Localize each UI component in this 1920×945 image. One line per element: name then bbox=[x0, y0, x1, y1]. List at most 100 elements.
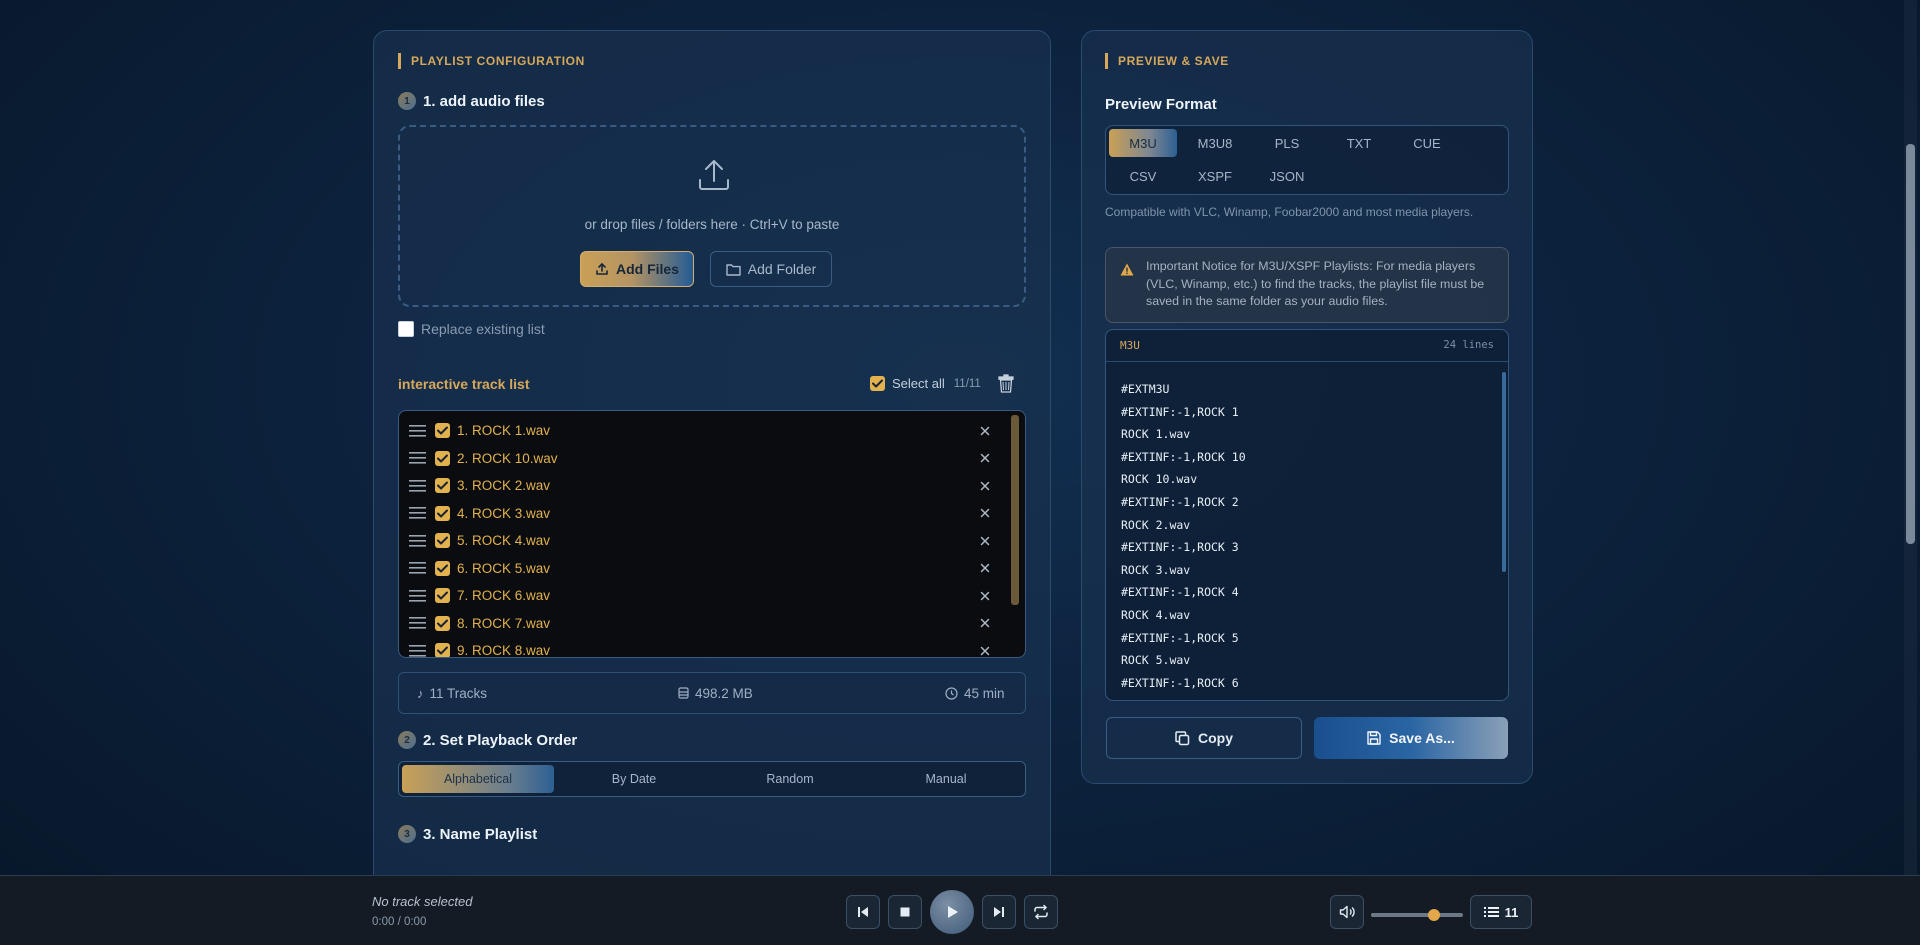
track-name: 5. ROCK 4.wav bbox=[457, 533, 551, 549]
stat-duration-value: 45 min bbox=[964, 685, 1005, 701]
remove-track-icon[interactable] bbox=[979, 590, 991, 602]
format-m3u8[interactable]: M3U8 bbox=[1181, 129, 1249, 157]
format-m3u[interactable]: M3U bbox=[1109, 129, 1177, 157]
queue-button[interactable]: 11 bbox=[1470, 895, 1532, 929]
stat-tracks-value: 11 Tracks bbox=[429, 685, 488, 701]
code-preview[interactable]: M3U 24 lines #EXTM3U #EXTINF:-1,ROCK 1 R… bbox=[1105, 329, 1509, 701]
remove-track-icon[interactable] bbox=[979, 480, 991, 492]
volume-thumb[interactable] bbox=[1427, 909, 1440, 921]
track-name: 8. ROCK 7.wav bbox=[457, 615, 551, 631]
track-checkbox[interactable] bbox=[435, 615, 450, 631]
folder-icon bbox=[726, 263, 741, 276]
track-row[interactable]: 1. ROCK 1.wav bbox=[399, 417, 1007, 445]
volume-slider[interactable] bbox=[1371, 909, 1463, 921]
format-selector: M3U M3U8 PLS TXT CUE CSV XSPF JSON bbox=[1105, 125, 1509, 195]
remove-track-icon[interactable] bbox=[979, 645, 991, 657]
order-option-manual[interactable]: Manual bbox=[870, 765, 1022, 793]
track-row[interactable]: 5. ROCK 4.wav bbox=[399, 527, 1007, 555]
remove-track-icon[interactable] bbox=[979, 562, 991, 574]
remove-track-icon[interactable] bbox=[979, 535, 991, 547]
order-option-by-date[interactable]: By Date bbox=[558, 765, 710, 793]
page-scrollbar[interactable] bbox=[1906, 144, 1915, 544]
code-scrollbar[interactable] bbox=[1502, 372, 1506, 572]
remove-track-icon[interactable] bbox=[979, 507, 991, 519]
file-dropzone[interactable]: or drop files / folders here · Ctrl+V to… bbox=[398, 125, 1026, 307]
select-count: 11/11 bbox=[953, 377, 981, 390]
step3-label: 3. Name Playlist bbox=[423, 825, 538, 843]
drag-handle-icon[interactable] bbox=[409, 644, 426, 657]
track-list-scrollbar[interactable] bbox=[1011, 415, 1019, 605]
drag-handle-icon[interactable] bbox=[409, 479, 426, 492]
track-checkbox[interactable] bbox=[435, 478, 450, 494]
add-folder-button[interactable]: Add Folder bbox=[710, 251, 832, 287]
track-row[interactable]: 6. ROCK 5.wav bbox=[399, 555, 1007, 583]
database-icon bbox=[678, 687, 689, 699]
next-track-button[interactable] bbox=[982, 895, 1016, 929]
track-checkbox[interactable] bbox=[435, 588, 450, 604]
track-name: 7. ROCK 6.wav bbox=[457, 588, 551, 604]
replace-existing-checkbox[interactable] bbox=[398, 321, 414, 337]
code-header: M3U 24 lines bbox=[1106, 330, 1508, 362]
order-option-alphabetical[interactable]: Alphabetical bbox=[402, 765, 554, 793]
format-txt[interactable]: TXT bbox=[1325, 129, 1393, 157]
check-icon bbox=[437, 509, 448, 518]
track-checkbox[interactable] bbox=[435, 643, 450, 657]
remove-track-icon[interactable] bbox=[979, 617, 991, 629]
format-csv[interactable]: CSV bbox=[1109, 162, 1177, 190]
warning-icon bbox=[1120, 263, 1134, 276]
select-all-checkbox[interactable] bbox=[870, 376, 885, 391]
track-checkbox[interactable] bbox=[435, 450, 450, 466]
format-cue[interactable]: CUE bbox=[1393, 129, 1461, 157]
check-icon bbox=[437, 536, 448, 545]
track-name: 9. ROCK 8.wav bbox=[457, 643, 551, 658]
track-list[interactable]: 1. ROCK 1.wav 2. ROCK 10.wav 3. ROCK 2.wav… bbox=[398, 410, 1026, 658]
music-note-icon: ♪ bbox=[417, 685, 424, 701]
format-pls[interactable]: PLS bbox=[1253, 129, 1321, 157]
remove-track-icon[interactable] bbox=[979, 452, 991, 464]
drag-handle-icon[interactable] bbox=[409, 424, 426, 437]
drag-handle-icon[interactable] bbox=[409, 452, 426, 464]
drag-handle-icon[interactable] bbox=[409, 617, 426, 629]
volume-icon bbox=[1339, 905, 1355, 919]
upload-icon bbox=[699, 160, 729, 190]
section-title-config: PLAYLIST CONFIGURATION bbox=[398, 53, 585, 69]
format-xspf[interactable]: XSPF bbox=[1181, 162, 1249, 190]
select-all-row[interactable]: Select all 11/11 bbox=[870, 376, 981, 391]
queue-count: 11 bbox=[1504, 904, 1519, 920]
copy-button[interactable]: Copy bbox=[1106, 717, 1302, 759]
step1-title: 1 1. add audio files bbox=[398, 92, 545, 110]
drag-handle-icon[interactable] bbox=[409, 507, 426, 519]
track-checkbox[interactable] bbox=[435, 560, 450, 576]
volume-button[interactable] bbox=[1330, 895, 1364, 929]
track-checkbox[interactable] bbox=[435, 423, 450, 439]
track-row[interactable]: 2. ROCK 10.wav bbox=[399, 445, 1007, 473]
stop-icon bbox=[900, 907, 910, 917]
drag-handle-icon[interactable] bbox=[409, 562, 426, 574]
remove-track-icon[interactable] bbox=[979, 425, 991, 437]
add-files-button[interactable]: Add Files bbox=[580, 251, 694, 287]
trash-icon[interactable] bbox=[996, 374, 1016, 394]
track-row[interactable]: 3. ROCK 2.wav bbox=[399, 472, 1007, 500]
track-row[interactable]: 7. ROCK 6.wav bbox=[399, 582, 1007, 610]
previous-track-button[interactable] bbox=[846, 895, 880, 929]
track-row[interactable]: 9. ROCK 8.wav bbox=[399, 637, 1007, 658]
format-json[interactable]: JSON bbox=[1253, 162, 1321, 190]
drag-handle-icon[interactable] bbox=[409, 589, 426, 602]
step2-label: 2. Set Playback Order bbox=[423, 731, 578, 749]
play-button[interactable] bbox=[930, 890, 974, 934]
track-name: 2. ROCK 10.wav bbox=[457, 450, 558, 466]
save-as-button[interactable]: Save As... bbox=[1314, 717, 1508, 759]
notice-text: Important Notice for M3U/XSPF Playlists:… bbox=[1146, 259, 1485, 308]
step1-number: 1 bbox=[398, 92, 416, 110]
replace-existing-row[interactable]: Replace existing list bbox=[398, 321, 545, 337]
stop-button[interactable] bbox=[888, 895, 922, 929]
track-row[interactable]: 4. ROCK 3.wav bbox=[399, 500, 1007, 528]
order-option-random[interactable]: Random bbox=[714, 765, 866, 793]
repeat-button[interactable] bbox=[1024, 895, 1058, 929]
track-row[interactable]: 8. ROCK 7.wav bbox=[399, 610, 1007, 638]
stat-tracks: ♪ 11 Tracks bbox=[417, 673, 487, 713]
track-checkbox[interactable] bbox=[435, 505, 450, 521]
skip-previous-icon bbox=[858, 907, 868, 917]
drag-handle-icon[interactable] bbox=[409, 534, 426, 547]
track-checkbox[interactable] bbox=[435, 533, 450, 549]
